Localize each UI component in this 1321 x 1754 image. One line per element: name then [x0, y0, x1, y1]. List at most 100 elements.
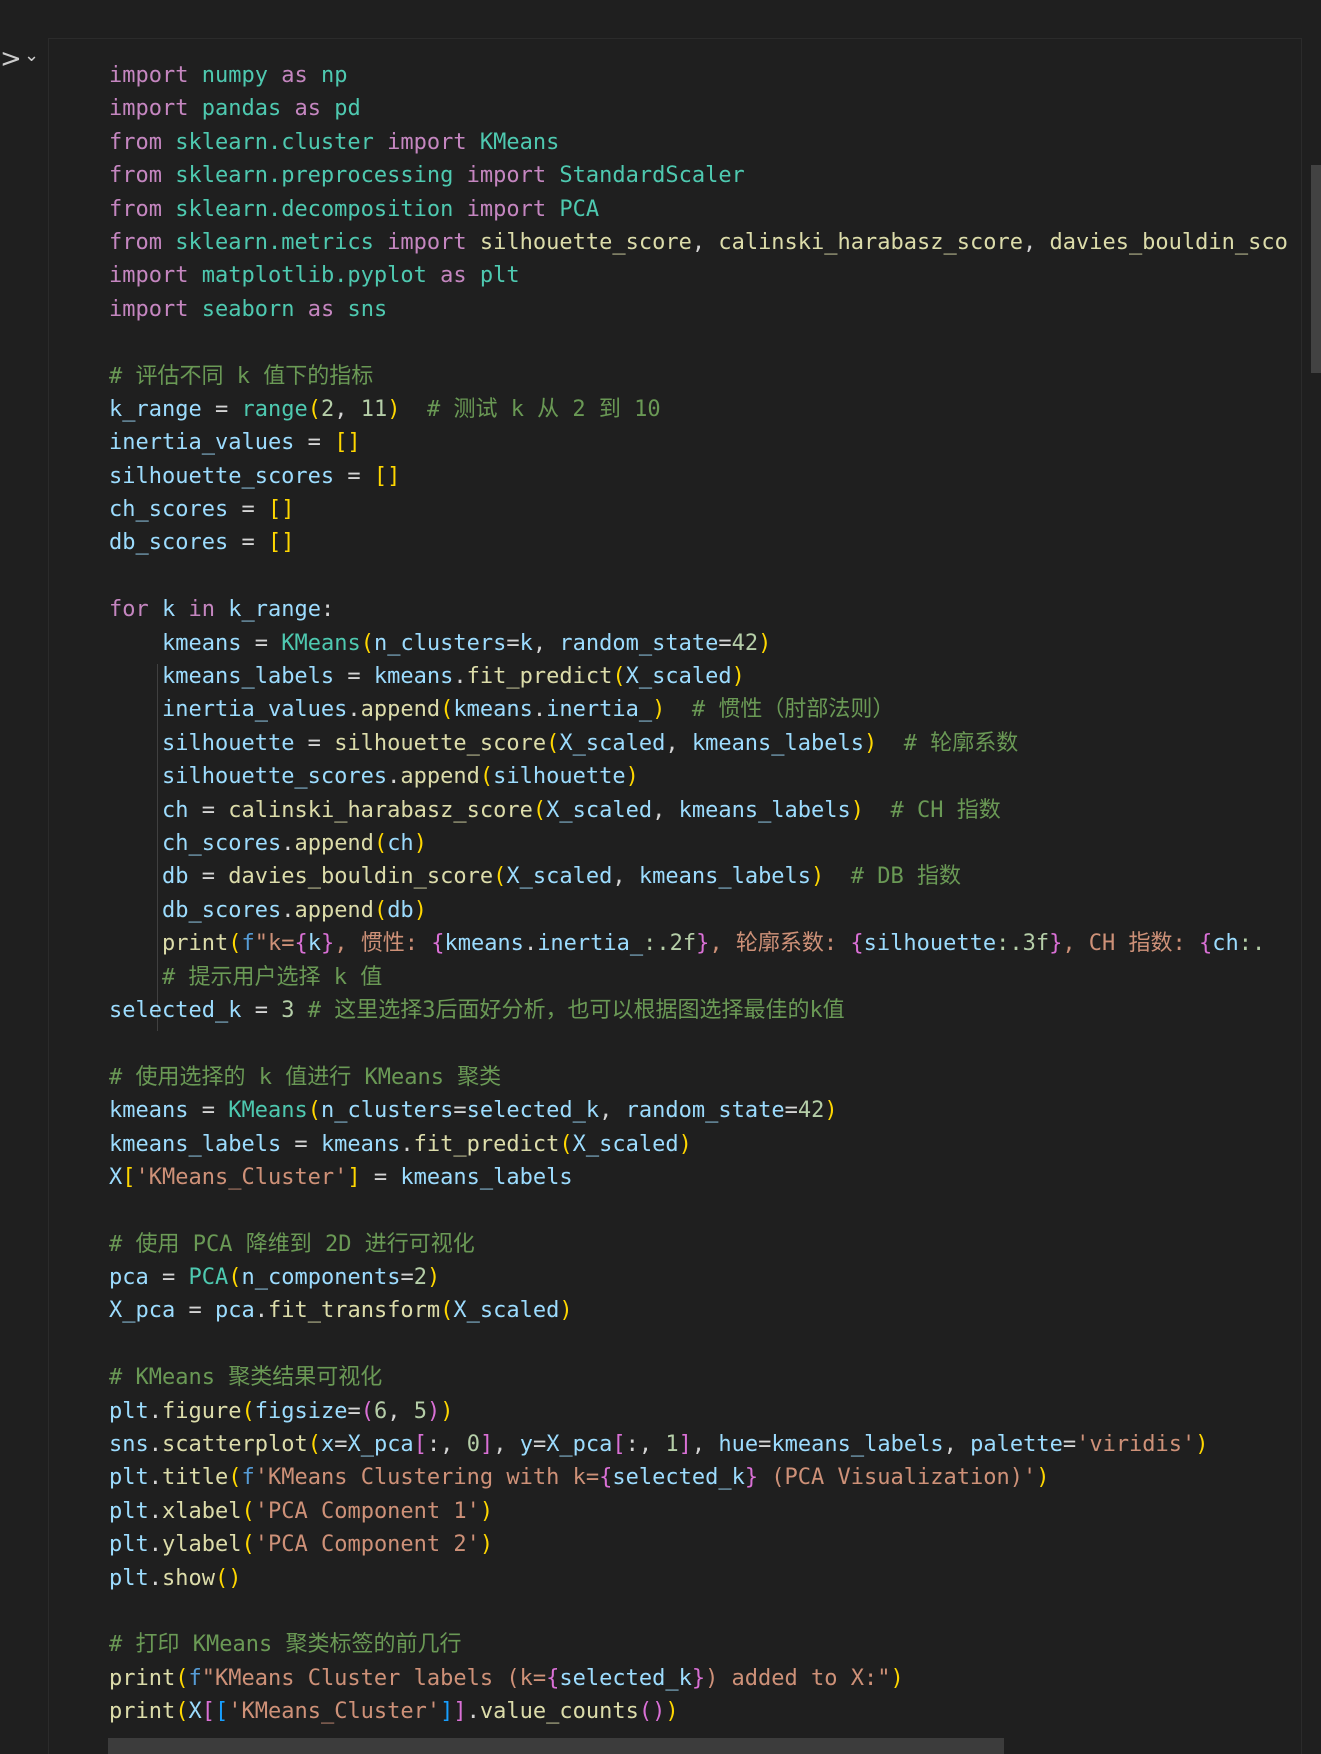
code-line[interactable]: for k in k_range:: [109, 593, 1301, 626]
code-token: ): [1036, 1465, 1050, 1491]
code-token: ,: [1022, 229, 1050, 255]
code-line[interactable]: [109, 1328, 1301, 1361]
code-line[interactable]: [109, 1194, 1301, 1227]
code-line[interactable]: k_range = range(2, 11) # 测试 k 从 2 到 10: [109, 393, 1301, 426]
code-token: ): [678, 1131, 692, 1157]
code-token: .: [532, 697, 547, 723]
code-token: (: [241, 1532, 255, 1558]
code-line[interactable]: import pandas as pd: [109, 92, 1301, 125]
code-line[interactable]: [109, 1027, 1301, 1060]
code-line[interactable]: from sklearn.cluster import KMeans: [109, 126, 1301, 159]
code-line[interactable]: print(f"k={k}, 惯性: {kmeans.inertia_:.2f}…: [109, 927, 1301, 960]
code-line[interactable]: selected_k = 3 # 这里选择3后面好分析，也可以根据图选择最佳的k…: [109, 994, 1301, 1027]
code-line[interactable]: silhouette_scores.append(silhouette): [109, 760, 1301, 793]
code-token: ]: [453, 1699, 467, 1725]
code-line[interactable]: pca = PCA(n_components=2): [109, 1261, 1301, 1294]
code-line[interactable]: print(X[['KMeans_Cluster']].value_counts…: [109, 1695, 1301, 1728]
code-token: ): [1195, 1432, 1209, 1458]
code-line[interactable]: db_scores = []: [109, 526, 1301, 559]
code-line[interactable]: silhouette_scores = []: [109, 460, 1301, 493]
code-line[interactable]: kmeans = KMeans(n_clusters=k, random_sta…: [109, 627, 1301, 660]
code-token: for: [109, 597, 149, 623]
code-line[interactable]: X['KMeans_Cluster'] = kmeans_labels: [109, 1161, 1301, 1194]
code-token: =: [400, 1265, 414, 1291]
code-line[interactable]: sns.scatterplot(x=X_pca[:, 0], y=X_pca[:…: [109, 1428, 1301, 1461]
code-token: sklearn.decomposition: [175, 196, 454, 222]
code-token: {: [599, 1465, 613, 1491]
code-token: (: [532, 797, 547, 823]
code-line[interactable]: ch_scores.append(ch): [109, 827, 1301, 860]
code-line[interactable]: import seaborn as sns: [109, 293, 1301, 326]
code-token: sklearn.cluster: [175, 129, 374, 155]
code-line[interactable]: db = davies_bouldin_score(X_scaled, kmea…: [109, 860, 1301, 893]
code-line[interactable]: from sklearn.preprocessing import Standa…: [109, 159, 1301, 192]
code-token: import: [466, 163, 547, 189]
code-token: (: [228, 1265, 242, 1291]
code-line[interactable]: kmeans = KMeans(n_clusters=selected_k, r…: [109, 1094, 1301, 1127]
code-line[interactable]: kmeans_labels = kmeans.fit_predict(X_sca…: [109, 1128, 1301, 1161]
chevron-down-icon[interactable]: ⌄: [24, 47, 39, 65]
code-token: .: [400, 1131, 414, 1157]
code-line[interactable]: silhouette = silhouette_score(X_scaled, …: [109, 727, 1301, 760]
code-token: (: [479, 764, 494, 790]
code-token: ch: [1212, 931, 1239, 957]
code-token: .: [281, 897, 295, 923]
code-line[interactable]: X_pca = pca.fit_transform(X_scaled): [109, 1294, 1301, 1327]
code-line[interactable]: # 使用选择的 k 值进行 KMeans 聚类: [109, 1061, 1301, 1094]
code-token: 2: [413, 1265, 427, 1291]
code-token: f: [241, 931, 255, 957]
code-line[interactable]: plt.title(f'KMeans Clustering with k={se…: [109, 1461, 1301, 1494]
code-line[interactable]: plt.show(): [109, 1562, 1301, 1595]
code-line[interactable]: plt.xlabel('PCA Component 1'): [109, 1495, 1301, 1528]
code-token: # 打印 KMeans 聚类标签的前几行: [109, 1632, 462, 1658]
code-token: ,: [691, 229, 719, 255]
code-token: X_scaled: [546, 797, 653, 823]
horizontal-scrollbar[interactable]: [108, 1738, 1004, 1754]
code-token: silhouette_score: [479, 229, 692, 255]
code-line[interactable]: plt.figure(figsize=(6, 5)): [109, 1395, 1301, 1428]
code-line[interactable]: db_scores.append(db): [109, 894, 1301, 927]
code-token: import: [109, 63, 189, 88]
code-token: # 使用选择的 k 值进行 KMeans 聚类: [109, 1064, 502, 1090]
code-line[interactable]: plt.ylabel('PCA Component 2'): [109, 1528, 1301, 1561]
code-line[interactable]: from sklearn.decomposition import PCA: [109, 193, 1301, 226]
code-line[interactable]: inertia_values.append(kmeans.inertia_) #…: [109, 693, 1301, 726]
code-line[interactable]: import numpy as np: [109, 59, 1301, 92]
code-line[interactable]: ch = calinski_harabasz_score(X_scaled, k…: [109, 794, 1301, 827]
code-token: as: [294, 96, 321, 122]
code-line[interactable]: [109, 1595, 1301, 1628]
code-line[interactable]: ch_scores = []: [109, 493, 1301, 526]
vertical-scrollbar[interactable]: [1311, 165, 1321, 373]
code-token: }: [744, 1465, 759, 1491]
code-cell[interactable]: import numpy as np import pandas as pd fro…: [48, 38, 1302, 1754]
code-line[interactable]: print(f"KMeans Cluster labels (k={select…: [109, 1662, 1301, 1695]
code-line[interactable]: # 使用 PCA 降维到 2D 进行可视化: [109, 1228, 1301, 1261]
code-token: silhouette: [493, 764, 626, 790]
code-line[interactable]: [109, 326, 1301, 359]
code-line[interactable]: import matplotlib.pyplot as plt: [109, 259, 1301, 292]
code-line[interactable]: # 打印 KMeans 聚类标签的前几行: [109, 1628, 1301, 1661]
code-line[interactable]: from sklearn.metrics import silhouette_s…: [109, 226, 1301, 259]
code-line[interactable]: inertia_values = []: [109, 426, 1301, 459]
code-token: silhouette: [161, 730, 295, 756]
code-token: figure: [162, 1398, 242, 1424]
code-token: import: [109, 296, 189, 322]
code-token: (: [241, 1398, 255, 1424]
code-token: {: [850, 931, 864, 957]
code-line[interactable]: # 评估不同 k 值下的指标: [109, 360, 1301, 393]
code-line[interactable]: # 提示用户选择 k 值: [109, 961, 1301, 994]
code-line[interactable]: [109, 560, 1301, 593]
code-token: k: [162, 597, 176, 623]
code-line[interactable]: kmeans_labels = kmeans.fit_predict(X_sca…: [109, 660, 1301, 693]
code-line[interactable]: # KMeans 聚类结果可视化: [109, 1361, 1301, 1394]
code-editor[interactable]: import numpy as np import pandas as pd fro…: [109, 59, 1301, 1729]
run-cell-icon[interactable]: >: [0, 46, 22, 72]
code-token: .: [148, 1532, 162, 1558]
